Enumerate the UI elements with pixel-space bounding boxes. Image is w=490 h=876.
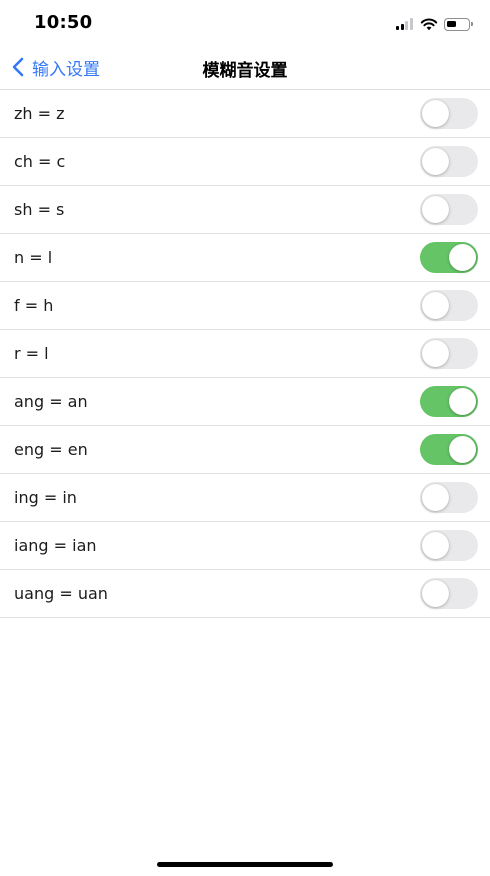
setting-label: uang = uan (14, 584, 108, 603)
fuzzy-pinyin-settings-list: zh = z ch = c sh = s n = l f = h r = l a… (0, 90, 490, 618)
toggle-switch[interactable] (420, 146, 478, 177)
toggle-knob (422, 340, 449, 367)
setting-label: ang = an (14, 392, 88, 411)
toggle-switch[interactable] (420, 98, 478, 129)
toggle-knob (449, 244, 476, 271)
battery-level (447, 20, 456, 27)
setting-row-uang-uan: uang = uan (0, 570, 490, 618)
setting-row-eng-en: eng = en (0, 426, 490, 474)
status-icons (396, 15, 473, 33)
toggle-switch[interactable] (420, 242, 478, 273)
toggle-knob (449, 436, 476, 463)
setting-label: ing = in (14, 488, 77, 507)
cellular-signal-icon (396, 18, 414, 30)
toggle-switch[interactable] (420, 482, 478, 513)
setting-label: iang = ian (14, 536, 97, 555)
setting-label: f = h (14, 296, 54, 315)
page-title: 模糊音设置 (202, 61, 288, 81)
setting-label: r = l (14, 344, 49, 363)
setting-row-iang-ian: iang = ian (0, 522, 490, 570)
toggle-switch[interactable] (420, 434, 478, 465)
toggle-knob (422, 532, 449, 559)
setting-row-f-h: f = h (0, 282, 490, 330)
setting-label: sh = s (14, 200, 65, 219)
toggle-switch[interactable] (420, 290, 478, 321)
setting-row-ing-in: ing = in (0, 474, 490, 522)
battery-icon (444, 17, 473, 31)
toggle-knob (449, 388, 476, 415)
setting-label: eng = en (14, 440, 88, 459)
setting-row-ang-an: ang = an (0, 378, 490, 426)
toggle-switch[interactable] (420, 530, 478, 561)
setting-row-sh-s: sh = s (0, 186, 490, 234)
navigation-bar: 输入设置 模糊音设置 (0, 44, 490, 90)
toggle-knob (422, 100, 449, 127)
toggle-knob (422, 484, 449, 511)
toggle-switch[interactable] (420, 386, 478, 417)
toggle-knob (422, 580, 449, 607)
toggle-knob (422, 196, 449, 223)
toggle-knob (422, 148, 449, 175)
toggle-switch[interactable] (420, 194, 478, 225)
setting-row-zh-z: zh = z (0, 90, 490, 138)
setting-row-r-l: r = l (0, 330, 490, 378)
setting-label: zh = z (14, 104, 65, 123)
setting-row-ch-c: ch = c (0, 138, 490, 186)
wifi-icon (420, 18, 438, 31)
toggle-switch[interactable] (420, 578, 478, 609)
status-time: 10:50 (34, 12, 93, 33)
home-indicator[interactable] (157, 862, 333, 867)
status-bar: 10:50 (0, 0, 490, 44)
toggle-switch[interactable] (420, 338, 478, 369)
setting-label: n = l (14, 248, 53, 267)
setting-label: ch = c (14, 152, 66, 171)
toggle-knob (422, 292, 449, 319)
setting-row-n-l: n = l (0, 234, 490, 282)
